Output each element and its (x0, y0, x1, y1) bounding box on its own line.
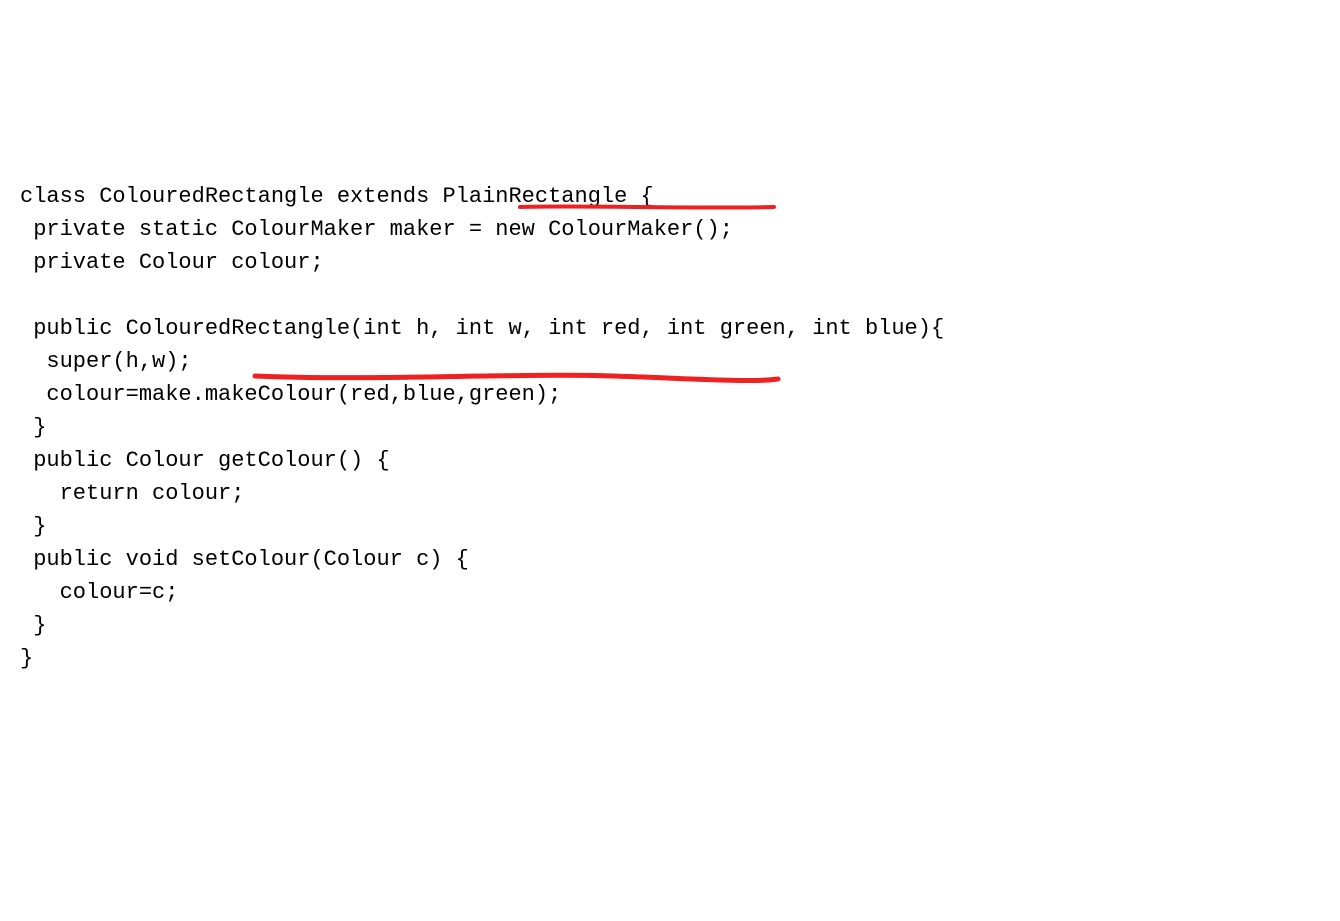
code-line-3: private Colour colour; (20, 250, 324, 275)
code-line-14: } (20, 613, 46, 638)
code-line-5: public ColouredRectangle(int h, int w, i… (20, 316, 944, 341)
code-line-11: } (20, 514, 46, 539)
code-line-2: private static ColourMaker maker = new C… (20, 217, 733, 242)
code-line-6: super(h,w); (20, 349, 192, 374)
code-line-12: public void setColour(Colour c) { (20, 547, 469, 572)
code-line-13: colour=c; (20, 580, 178, 605)
code-line-10: return colour; (20, 481, 244, 506)
code-line-9: public Colour getColour() { (20, 448, 390, 473)
code-line-15: } (20, 646, 33, 671)
code-line-8: } (20, 415, 46, 440)
code-line-7: colour=make.makeColour(red,blue,green); (20, 382, 561, 407)
code-block: class ColouredRectangle extends PlainRec… (20, 147, 1320, 741)
code-line-1: class ColouredRectangle extends PlainRec… (20, 184, 654, 209)
